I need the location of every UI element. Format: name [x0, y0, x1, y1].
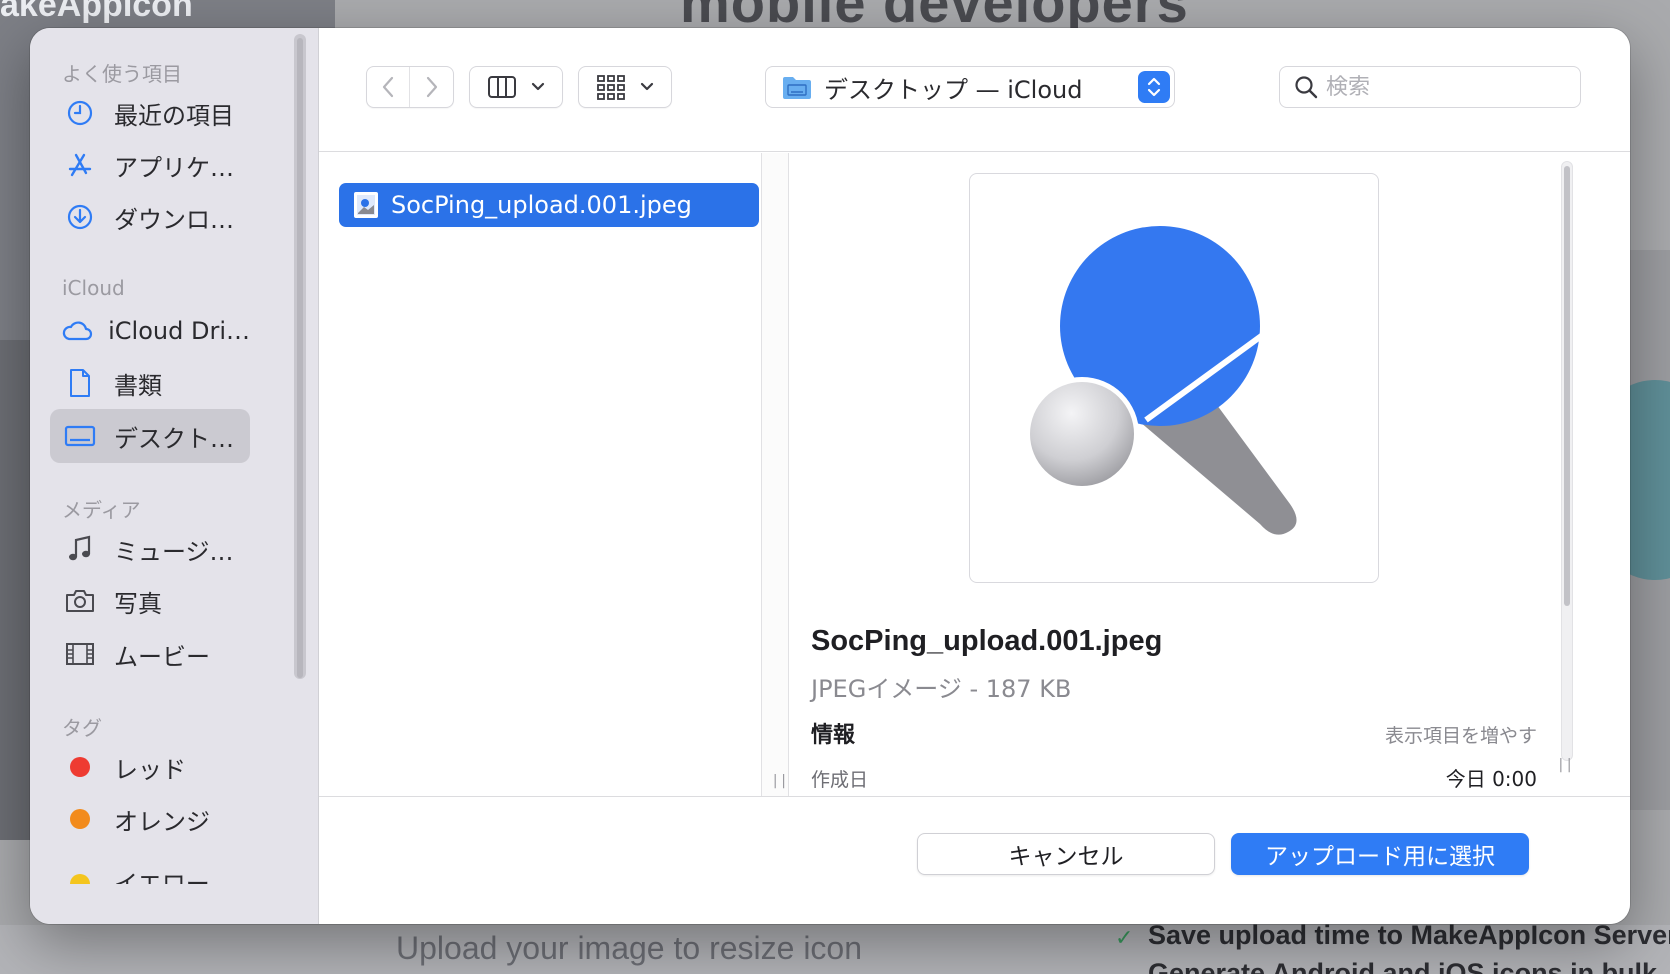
sidebar-item-music[interactable]: ミュージ…: [50, 522, 250, 576]
sidebar-item-label: 写真: [114, 589, 162, 618]
preview-info-heading: 情報: [811, 723, 856, 748]
check-icon: ✓: [1115, 926, 1134, 951]
preview-thumbnail: [969, 173, 1379, 583]
background-feature-1: Save upload time to MakeAppIcon Server: [1148, 920, 1670, 950]
back-button[interactable]: [367, 67, 411, 107]
folder-desktop-icon: [783, 77, 811, 99]
sidebar-item-icloud-drive[interactable]: iCloud Dri…: [50, 304, 250, 358]
sidebar-item-tag-yellow[interactable]: イエロー: [50, 844, 250, 884]
sidebar-section-media: メディア: [62, 498, 141, 522]
sidebar-section-tags: タグ: [62, 716, 102, 740]
preview-file-kind: JPEGイメージ - 187 KB: [811, 675, 1072, 703]
sidebar-item-label: イエロー: [114, 870, 210, 884]
sidebar-item-label: ムービー: [114, 642, 210, 671]
music-icon: [60, 529, 100, 569]
columns-view-icon: [488, 76, 516, 98]
show-more-link[interactable]: 表示項目を増やす: [1385, 721, 1537, 748]
background-feature-2: Generate Android and iOS icons in bulk: [1148, 958, 1658, 974]
cloud-icon: [60, 311, 94, 351]
sidebar-item-label: iCloud Dri…: [108, 317, 250, 345]
created-date-value: 今日 0:00: [1445, 767, 1537, 791]
sidebar-item-recents[interactable]: 最近の項目: [50, 86, 250, 140]
background-logo: akeAppIcon: [0, 0, 193, 24]
preview-pane: SocPing_upload.001.jpeg JPEGイメージ - 187 K…: [789, 153, 1579, 796]
sidebar-scrollbar[interactable]: [294, 34, 306, 679]
file-open-dialog: よく使う項目 最近の項目 アプリケ… ダウンロ… iCloud iCloud D…: [30, 28, 1630, 924]
clock-icon: [60, 93, 100, 133]
image-file-icon: [354, 192, 378, 218]
sidebar-item-downloads[interactable]: ダウンロ…: [50, 190, 250, 244]
download-icon: [60, 197, 100, 237]
nav-buttons: [366, 66, 454, 108]
chevron-left-icon: [382, 76, 394, 98]
sidebar: よく使う項目 最近の項目 アプリケ… ダウンロ… iCloud iCloud D…: [30, 28, 318, 924]
sidebar-item-photos[interactable]: 写真: [50, 574, 250, 628]
tag-yellow-dot-icon: [60, 864, 100, 884]
tag-red-dot-icon: [60, 747, 100, 787]
chevron-down-icon: [531, 82, 545, 91]
file-list-column: SocPing_upload.001.jpeg: [319, 153, 761, 796]
sidebar-item-label: アプリケ…: [114, 153, 234, 182]
camera-icon: [60, 581, 100, 621]
tag-orange-dot-icon: [60, 799, 100, 839]
chevron-down-icon: [640, 82, 654, 91]
sidebar-item-label: レッド: [114, 755, 186, 784]
sidebar-item-desktop[interactable]: デスクト…: [50, 409, 250, 463]
cancel-button[interactable]: キャンセル: [917, 833, 1215, 875]
toolbar: デスクトップ — iCloud: [319, 28, 1630, 152]
sidebar-item-label: ミュージ…: [114, 537, 234, 566]
sidebar-item-label: ダウンロ…: [114, 205, 234, 234]
dialog-footer: キャンセル アップロード用に選択: [319, 796, 1630, 924]
search-field[interactable]: [1279, 66, 1581, 108]
column-divider[interactable]: ||: [761, 153, 789, 796]
applications-icon: [60, 145, 100, 185]
file-row-selected[interactable]: SocPing_upload.001.jpeg: [339, 183, 759, 227]
file-name: SocPing_upload.001.jpeg: [391, 191, 692, 219]
forward-button[interactable]: [410, 67, 453, 107]
sidebar-item-tag-red[interactable]: レッド: [50, 740, 250, 794]
sidebar-item-label: 最近の項目: [114, 101, 234, 130]
film-icon: [60, 634, 100, 674]
location-popup[interactable]: デスクトップ — iCloud: [765, 66, 1175, 108]
sidebar-item-label: オレンジ: [114, 807, 210, 836]
search-icon: [1295, 76, 1318, 99]
choose-for-upload-button[interactable]: アップロード用に選択: [1231, 833, 1529, 875]
popup-stepper-icon: [1138, 71, 1170, 103]
grid-icon: [597, 75, 625, 100]
preview-scrollbar[interactable]: [1561, 161, 1573, 761]
sidebar-item-movies[interactable]: ムービー: [50, 627, 250, 681]
sidebar-item-label: 書類: [114, 371, 162, 400]
sidebar-item-tag-orange[interactable]: オレンジ: [50, 792, 250, 846]
column-resize-handle[interactable]: ||: [771, 773, 788, 789]
group-button[interactable]: [578, 66, 672, 108]
view-mode-button[interactable]: [469, 66, 563, 108]
sidebar-item-label: デスクト…: [114, 424, 234, 453]
preview-file-name: SocPing_upload.001.jpeg: [811, 625, 1163, 657]
sidebar-item-documents[interactable]: 書類: [50, 356, 250, 410]
sidebar-section-icloud: iCloud: [62, 276, 125, 300]
background-upload-text: Upload your image to resize icon: [396, 930, 863, 966]
document-icon: [60, 363, 100, 403]
sidebar-section-favorites: よく使う項目: [62, 62, 182, 86]
sidebar-item-applications[interactable]: アプリケ…: [50, 138, 250, 192]
ping-pong-paddle-image: [1025, 226, 1297, 535]
location-label: デスクトップ — iCloud: [824, 75, 1083, 104]
search-input[interactable]: [1326, 74, 1576, 100]
chevron-right-icon: [426, 76, 437, 98]
desktop-icon: [60, 416, 100, 456]
created-date-label: 作成日: [811, 769, 869, 791]
preview-resize-handle[interactable]: ||: [1551, 757, 1579, 773]
